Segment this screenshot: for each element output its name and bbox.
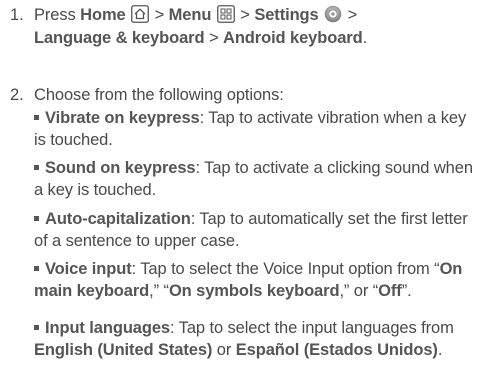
option-label: Voice input — [45, 260, 132, 278]
home-label: Home — [80, 6, 126, 24]
android-keyboard-label: Android keyboard — [223, 29, 363, 47]
bullet-icon — [34, 216, 39, 221]
option-label: Auto-capitalization — [45, 210, 191, 228]
option-label: Input languages — [45, 319, 171, 337]
home-icon — [131, 5, 150, 23]
option-auto-capitalization: Auto-capitalization: Tap to automaticall… — [34, 209, 479, 252]
option-description: or — [212, 340, 236, 359]
separator: > — [208, 29, 219, 47]
step-1: 1. Press Home > Menu > Settings > Langua… — [10, 4, 480, 50]
option-description: ,” or “ — [339, 281, 379, 300]
voice-option-off: Off — [378, 281, 402, 300]
bullet-icon — [34, 115, 39, 120]
menu-label: Menu — [168, 6, 212, 24]
press-text: Press — [34, 6, 76, 24]
option-sound: Sound on keypress: Tap to activate a cli… — [34, 158, 479, 201]
option-label: Sound on keypress — [45, 159, 196, 177]
separator: > — [240, 6, 250, 24]
step-number: 2. — [10, 86, 24, 104]
bullet-icon — [34, 165, 39, 170]
language-espanol: Español (Estados Unidos) — [235, 340, 438, 359]
separator: > — [154, 6, 165, 24]
settings-icon — [324, 5, 342, 23]
step-number: 1. — [10, 6, 24, 24]
option-vibrate: Vibrate on keypress: Tap to activate vib… — [34, 108, 479, 151]
option-description: . — [437, 340, 443, 359]
option-label: Vibrate on keypress — [45, 109, 200, 127]
option-description: ,” “ — [149, 281, 169, 300]
option-voice-input: Voice input: Tap to select the Voice Inp… — [34, 259, 479, 302]
option-description: : Tap to select the Voice Input option f… — [131, 260, 440, 278]
voice-option-symbols: On symbols keyboard — [168, 281, 340, 300]
menu-grid-icon — [216, 5, 235, 23]
bullet-icon — [34, 266, 39, 271]
period: . — [362, 29, 368, 47]
option-description: ”. — [401, 281, 412, 300]
language-keyboard-label: Language & keyboard — [34, 29, 205, 47]
option-input-languages: Input languages: Tap to select the input… — [34, 318, 479, 361]
separator: > — [347, 6, 358, 24]
bullet-icon — [34, 325, 39, 330]
settings-label: Settings — [254, 6, 319, 24]
step-2: 2. Choose from the following options: — [10, 84, 480, 107]
step-2-text: Choose from the following options: — [34, 86, 284, 104]
option-description: : Tap to select the input languages from — [170, 319, 454, 337]
language-english: English (United States) — [34, 340, 213, 359]
step-1-text: Press Home > Menu > Settings > Language … — [34, 4, 480, 50]
